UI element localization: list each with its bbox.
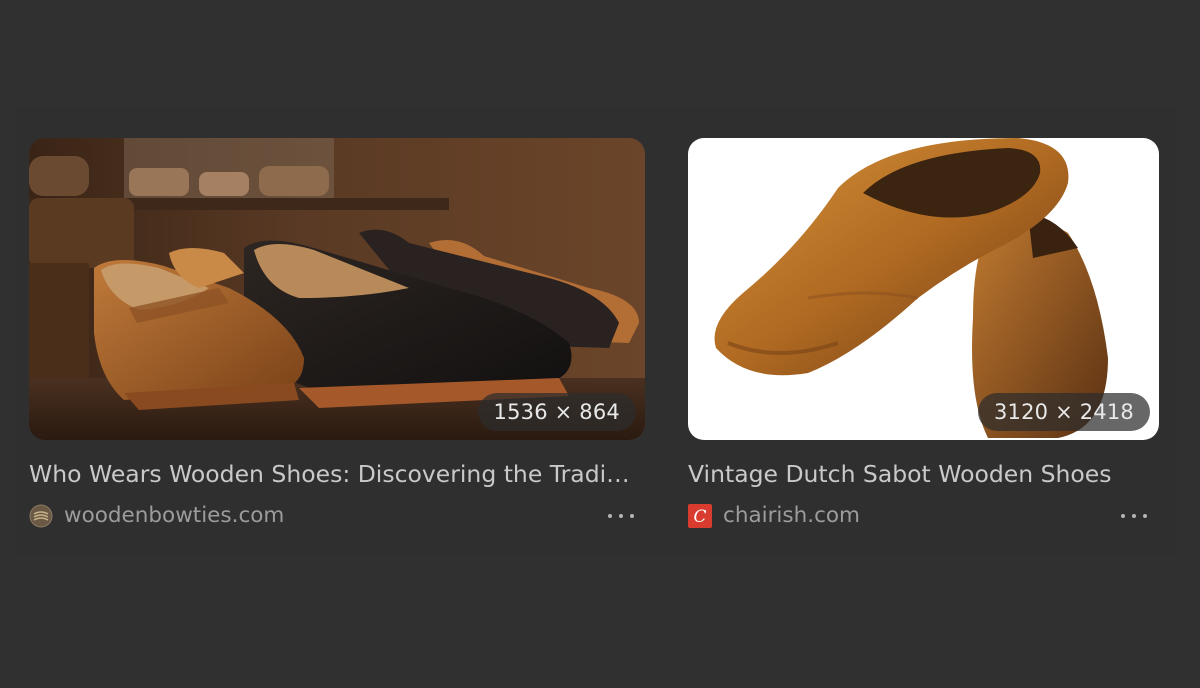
chairish-logo-icon: C xyxy=(688,504,712,528)
result-source-row: C chairish.com xyxy=(688,501,1159,531)
result-thumbnail[interactable]: 1536 × 864 xyxy=(29,138,645,440)
result-source[interactable]: chairish.com xyxy=(723,501,860,531)
image-dimensions-badge: 1536 × 864 xyxy=(477,393,636,431)
more-options-icon[interactable] xyxy=(1121,511,1147,521)
result-thumbnail[interactable]: 3120 × 2418 xyxy=(688,138,1159,440)
result-title[interactable]: Who Wears Wooden Shoes: Discovering the … xyxy=(29,458,635,490)
result-card[interactable]: 3120 × 2418 Vintage Dutch Sabot Wooden S… xyxy=(688,138,1159,531)
woodenbowties-favicon-icon xyxy=(29,504,53,528)
more-options-icon[interactable] xyxy=(608,511,634,521)
result-title[interactable]: Vintage Dutch Sabot Wooden Shoes xyxy=(688,458,1158,490)
svg-text:C: C xyxy=(693,507,706,527)
image-dimensions-badge: 3120 × 2418 xyxy=(977,393,1150,431)
result-card[interactable]: 1536 × 864 Who Wears Wooden Shoes: Disco… xyxy=(29,138,645,531)
result-source-row: woodenbowties.com xyxy=(29,501,645,531)
result-source[interactable]: woodenbowties.com xyxy=(64,501,284,531)
